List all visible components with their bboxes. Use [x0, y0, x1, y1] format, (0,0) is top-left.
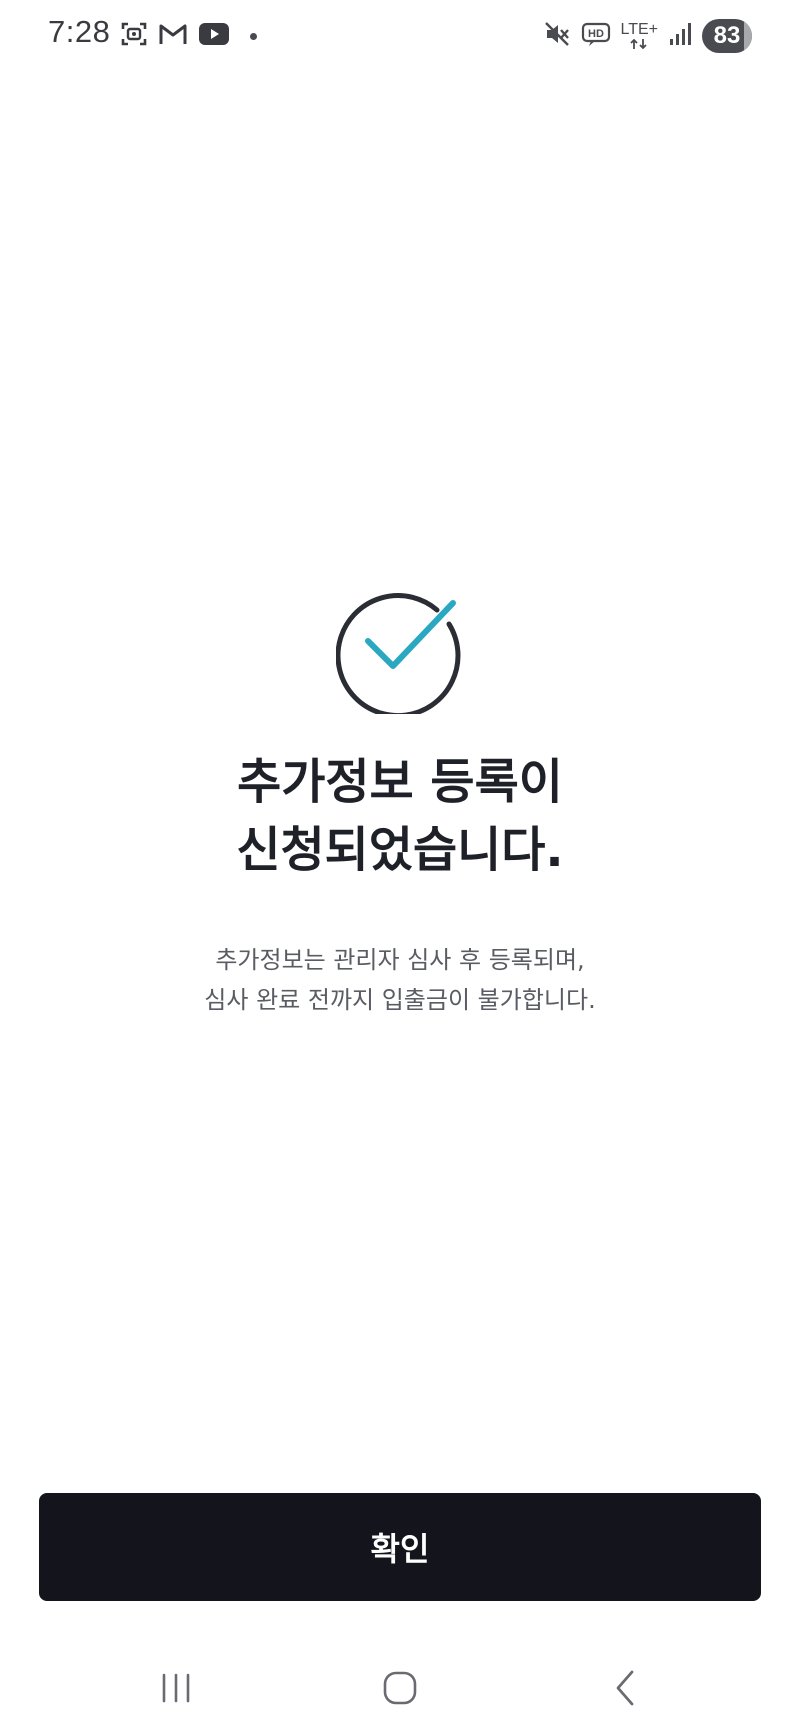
status-right-icons: HD LTE+ 83 [543, 18, 752, 54]
hd-icon: HD [581, 21, 611, 51]
battery-icon: 83 [702, 19, 752, 53]
lte-icon: LTE+ [620, 21, 659, 50]
navigation-bar [0, 1650, 800, 1734]
recent-apps-icon[interactable] [146, 1664, 206, 1712]
gmail-icon [158, 21, 188, 51]
title-line-2: 신청되었습니다. [236, 822, 564, 878]
home-icon[interactable] [370, 1664, 430, 1712]
description-line-2: 심사 완료 전까지 입출금이 불가합니다. [204, 986, 596, 1014]
title-line-1: 추가정보 등록이 [237, 754, 563, 810]
mute-icon [543, 20, 571, 52]
lte-label: LTE+ [620, 21, 659, 38]
signal-icon [668, 21, 692, 51]
screenshot-icon [120, 20, 148, 52]
description-line-1: 추가정보는 관리자 심사 후 등록되며, [215, 946, 585, 974]
page-title: 추가정보 등록이 신청되었습니다. [0, 748, 800, 884]
status-bar: 7:28 HD LTE+ 83 [0, 0, 800, 72]
description: 추가정보는 관리자 심사 후 등록되며, 심사 완료 전까지 입출금이 불가합니… [0, 940, 800, 1020]
youtube-icon [198, 22, 230, 50]
check-circle-icon [335, 586, 464, 719]
back-icon[interactable] [596, 1664, 656, 1712]
notification-dot-icon [250, 32, 257, 40]
status-time: 7:28 [48, 14, 111, 49]
status-left-icons [120, 20, 257, 52]
confirm-button[interactable]: 확인 [39, 1493, 761, 1601]
hd-label: HD [588, 28, 604, 40]
